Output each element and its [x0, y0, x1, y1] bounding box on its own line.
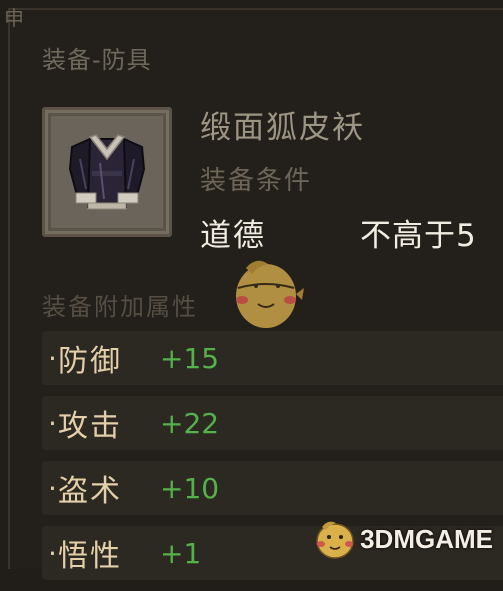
attribute-value: +1 [160, 536, 202, 570]
equip-condition-title: 装备条件 [200, 166, 313, 196]
attribute-row-defense: · 防御 +15 [42, 331, 503, 385]
item-icon-slot[interactable] [42, 107, 172, 237]
attribute-bullet: · [48, 406, 57, 440]
attribute-name: 悟性 [58, 539, 122, 574]
bonus-attributes-title: 装备附加属性 [42, 293, 198, 321]
attribute-name: 防御 [58, 344, 122, 379]
mascot-watermark-icon [236, 260, 304, 328]
site-watermark: 3DMGAME [310, 517, 493, 561]
attribute-bullet: · [48, 471, 57, 505]
equipment-tooltip-panel: 申 装备-防具 缎面狐皮袄 装备条件 道德 不高于5 装备附加属性 · 防御 +… [4, 6, 503, 580]
attribute-name: 盗术 [58, 474, 122, 509]
watermark-mascot-icon [316, 521, 354, 559]
equip-condition-label: 道德 [200, 218, 266, 254]
attribute-bullet: · [48, 341, 57, 375]
attribute-value: +22 [160, 406, 220, 440]
robe-icon [68, 134, 146, 210]
attribute-bullet: · [48, 536, 57, 570]
corner-glyph: 申 [4, 6, 24, 30]
item-name: 缎面狐皮袄 [200, 110, 365, 146]
attribute-name: 攻击 [58, 409, 122, 444]
equip-condition-value: 不高于5 [360, 218, 477, 254]
attribute-value: +10 [160, 471, 220, 505]
attribute-row-theft: · 盗术 +10 [42, 461, 503, 515]
attribute-row-attack: · 攻击 +22 [42, 396, 503, 450]
attribute-value: +15 [160, 341, 220, 375]
watermark-text: 3DMGAME [360, 523, 493, 554]
equipment-category: 装备-防具 [42, 46, 152, 74]
